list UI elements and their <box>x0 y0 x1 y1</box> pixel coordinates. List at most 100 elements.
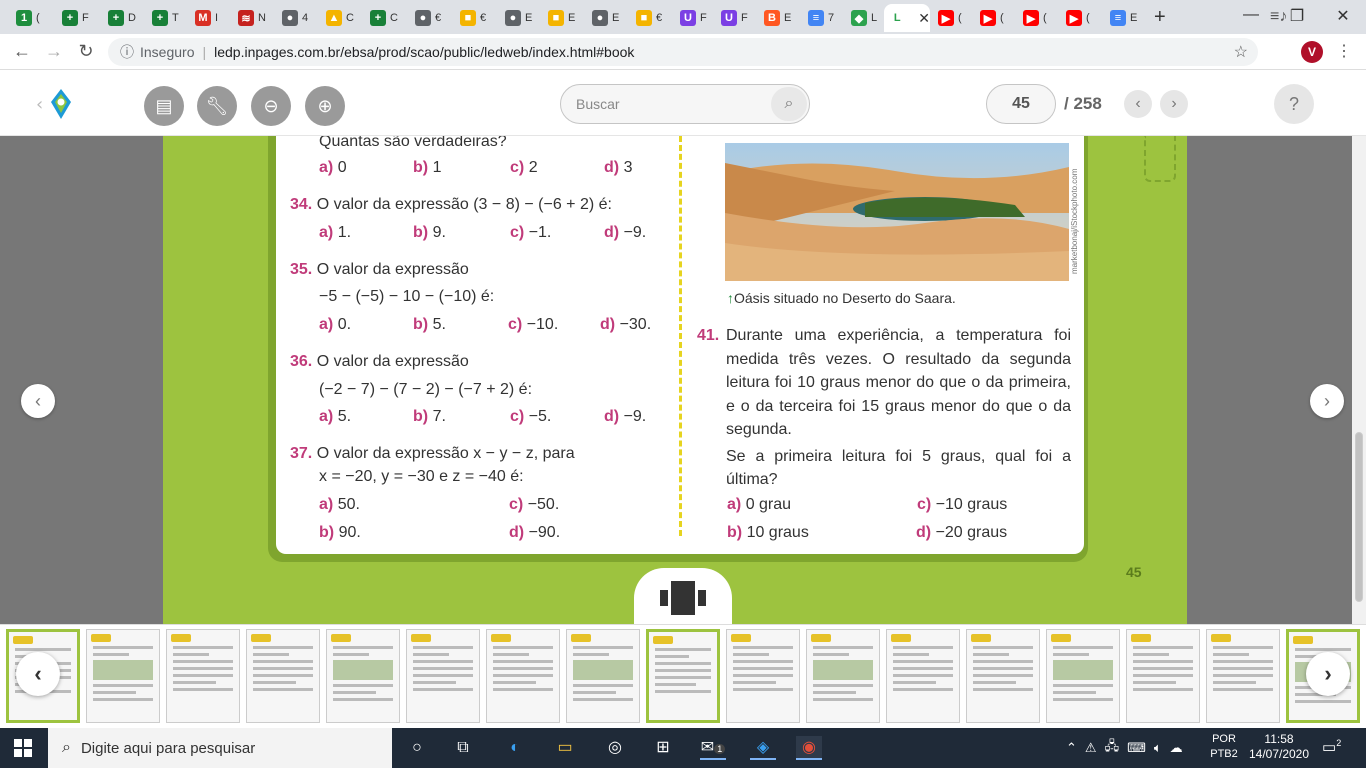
reload-button[interactable]: ↻ <box>74 41 98 62</box>
q33-option-d[interactable]: d) 3 <box>604 159 632 177</box>
zoom-out-icon[interactable]: ⊖ <box>251 86 291 126</box>
browser-tab[interactable]: L ✕ <box>884 4 930 32</box>
cortana-icon[interactable]: ○ <box>404 736 430 760</box>
q36-option-b[interactable]: b) 7. <box>413 408 446 426</box>
page-thumbnail[interactable] <box>326 629 400 723</box>
task-view-icon[interactable]: ⧉ <box>450 736 476 760</box>
browser-tab[interactable]: ▶( <box>1058 4 1098 32</box>
teams-icon[interactable]: ◈ <box>750 736 776 760</box>
page-thumbnail[interactable] <box>246 629 320 723</box>
book-search-input[interactable]: Buscar ⌕ <box>560 84 810 124</box>
browser-tab[interactable]: + C <box>362 4 402 32</box>
q35-option-c[interactable]: c) −10. <box>508 316 558 334</box>
q36-option-a[interactable]: a) 5. <box>319 408 351 426</box>
page-thumbnail[interactable] <box>966 629 1040 723</box>
browser-tab[interactable]: ■ € <box>452 4 492 32</box>
back-button[interactable]: ← <box>10 41 34 62</box>
browser-tab[interactable]: ● E <box>584 4 624 32</box>
taskbar-search-input[interactable]: ⌕ Digite aqui para pesquisar <box>48 728 392 768</box>
browser-tab[interactable]: ≡ 7 <box>800 4 840 32</box>
page-thumbnail[interactable] <box>806 629 880 723</box>
q41-option-d[interactable]: d) −20 graus <box>916 524 1007 542</box>
page-thumbnail[interactable] <box>566 629 640 723</box>
obs-icon[interactable]: ◎ <box>602 736 628 760</box>
browser-tab[interactable]: MI <box>187 4 227 32</box>
q35-option-b[interactable]: b) 5. <box>413 316 446 334</box>
browser-tab[interactable]: BE <box>756 4 796 32</box>
prev-page-chevron-icon[interactable]: ‹ <box>1124 90 1152 118</box>
browser-tab[interactable]: ▶( <box>972 4 1012 32</box>
q37-option-c[interactable]: c) −50. <box>509 496 559 514</box>
q34-option-d[interactable]: d) −9. <box>604 224 646 242</box>
page-thumbnail[interactable] <box>406 629 480 723</box>
q37-option-b[interactable]: b) 90. <box>319 524 361 542</box>
table-of-contents-icon[interactable]: ▤ <box>144 86 184 126</box>
browser-tab[interactable]: + D <box>100 4 140 32</box>
info-icon[interactable]: ⓘ <box>120 42 134 62</box>
page-thumbnail[interactable] <box>1046 629 1120 723</box>
keyboard-icon[interactable]: ⌨ <box>1127 740 1146 756</box>
thumbs-prev-arrow-icon[interactable]: ‹ <box>16 652 60 696</box>
browser-tab[interactable]: ◆ L <box>843 4 883 32</box>
browser-tab[interactable]: + F <box>54 4 94 32</box>
browser-tab[interactable]: ≡ E <box>1102 4 1142 32</box>
browser-tab[interactable]: 1( <box>8 4 48 32</box>
q33-option-a[interactable]: a) 0 <box>319 159 347 177</box>
q34-option-c[interactable]: c) −1. <box>510 224 551 242</box>
page-thumbnail[interactable] <box>886 629 960 723</box>
page-thumbnail[interactable] <box>166 629 240 723</box>
q37-option-d[interactable]: d) −90. <box>509 524 560 542</box>
browser-tab[interactable]: ■ € <box>628 4 668 32</box>
browser-tab[interactable]: ≋ N <box>230 4 270 32</box>
media-playlist-icon[interactable]: ≡♪ <box>1270 8 1287 26</box>
edge-browser-icon[interactable]: ◐ <box>502 736 528 760</box>
next-page-arrow-icon[interactable]: › <box>1310 384 1344 418</box>
q35-option-a[interactable]: a) 0. <box>319 316 351 334</box>
browser-tab[interactable]: UF <box>672 4 712 32</box>
previous-page-arrow-icon[interactable]: ‹ <box>21 384 55 418</box>
close-tab-icon[interactable]: ✕ <box>918 10 930 27</box>
store-icon[interactable]: ⊞ <box>650 736 676 760</box>
volume-icon[interactable]: 🔈︎ <box>1154 740 1162 756</box>
q41-option-b[interactable]: b) 10 graus <box>727 524 809 542</box>
q33-option-b[interactable]: b) 1 <box>413 159 441 177</box>
page-thumbnail[interactable] <box>86 629 160 723</box>
next-page-chevron-icon[interactable]: › <box>1160 90 1188 118</box>
windows-start-icon[interactable] <box>14 739 32 757</box>
q34-option-a[interactable]: a) 1. <box>319 224 351 242</box>
browser-tab[interactable]: ● 4 <box>274 4 314 32</box>
app-logo-icon[interactable]: ‹ <box>36 86 76 127</box>
security-icon[interactable]: ⚠ <box>1085 740 1097 756</box>
page-thumbnail[interactable] <box>1206 629 1280 723</box>
q35-option-d[interactable]: d) −30. <box>600 316 651 334</box>
q36-option-d[interactable]: d) −9. <box>604 408 646 426</box>
search-icon[interactable]: ⌕ <box>771 87 807 121</box>
network-icon[interactable]: 🖧︎ <box>1105 737 1120 759</box>
url-text[interactable]: ledp.inpages.com.br/ebsa/prod/scao/publi… <box>214 44 634 60</box>
q41-option-a[interactable]: a) 0 grau <box>727 496 791 514</box>
profile-avatar[interactable]: V <box>1301 41 1323 63</box>
page-scrollbar[interactable] <box>1352 136 1366 624</box>
browser-tab[interactable]: ▲ C <box>318 4 358 32</box>
page-thumbnail[interactable] <box>486 629 560 723</box>
chrome-icon[interactable]: ◉ <box>796 736 822 760</box>
page-thumbnail[interactable] <box>1126 629 1200 723</box>
close-window-button[interactable]: ✕ <box>1328 6 1358 26</box>
forward-button[interactable]: → <box>42 41 66 62</box>
chrome-menu-icon[interactable]: ⋮ <box>1336 41 1352 61</box>
q33-option-c[interactable]: c) 2 <box>510 159 538 177</box>
show-hidden-icons-icon[interactable]: ⌃ <box>1066 740 1077 756</box>
minimize-button[interactable]: — <box>1236 6 1266 24</box>
browser-tab[interactable]: ▶( <box>1015 4 1055 32</box>
thumbnail-toggle-button[interactable] <box>634 568 732 624</box>
q37-option-a[interactable]: a) 50. <box>319 496 360 514</box>
q34-option-b[interactable]: b) 9. <box>413 224 446 242</box>
new-tab-button[interactable]: + <box>1154 6 1166 29</box>
page-number-input[interactable]: 45 <box>986 84 1056 124</box>
browser-tab[interactable]: ▶( <box>930 4 970 32</box>
language-indicator[interactable]: POR PTB2 <box>1208 732 1240 762</box>
q36-option-c[interactable]: c) −5. <box>510 408 551 426</box>
zoom-in-icon[interactable]: ⊕ <box>305 86 345 126</box>
url-omnibox[interactable]: ⓘ Inseguro | ledp.inpages.com.br/ebsa/pr… <box>108 38 1258 66</box>
onedrive-icon[interactable]: ☁ <box>1170 740 1183 756</box>
